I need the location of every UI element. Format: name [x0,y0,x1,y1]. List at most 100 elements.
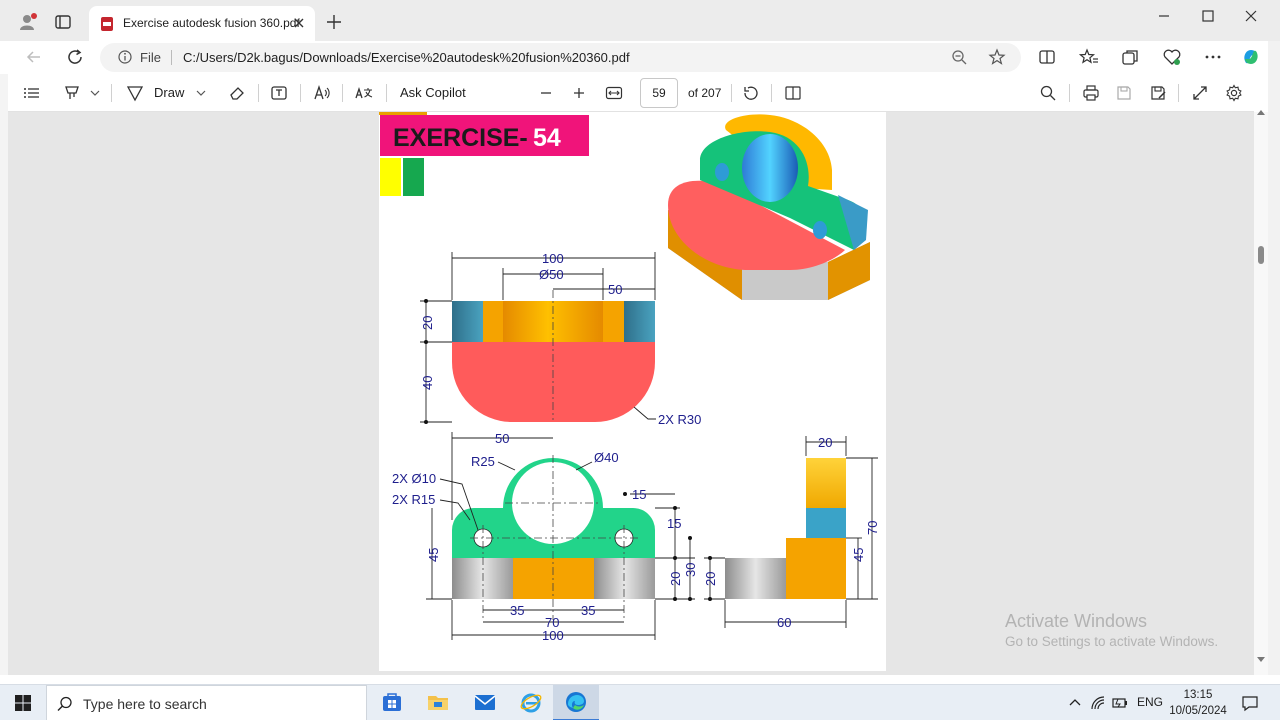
notifications-icon[interactable] [1241,694,1259,712]
url-text[interactable]: C:/Users/D2k.bagus/Downloads/Exercise%20… [183,50,630,65]
scroll-up-icon[interactable] [1256,108,1266,116]
new-tab-icon[interactable] [326,14,342,30]
page-count: of 207 [688,86,722,100]
add-favorite-icon[interactable] [988,48,1006,66]
divider [342,84,343,102]
address-bar[interactable]: File C:/Users/D2k.bagus/Downloads/Exerci… [100,43,1021,72]
copilot-icon[interactable] [1241,47,1261,67]
zoom-in-icon[interactable] [570,84,588,102]
dim-label: 15 [632,487,646,502]
highlight-icon[interactable] [63,84,81,102]
save-as-icon[interactable] [1149,84,1167,102]
minimize-icon[interactable] [1155,8,1173,24]
internet-explorer-icon[interactable] [519,690,543,714]
profile-icon[interactable] [18,12,38,32]
dim-label: 20 [703,572,718,586]
search-icon[interactable] [1039,84,1057,102]
taskbar-search-box[interactable]: Type here to search [46,685,367,720]
more-options-icon[interactable] [1203,47,1223,67]
close-tab-icon[interactable] [293,17,305,29]
fit-to-width-icon[interactable] [605,84,623,102]
divider [300,84,301,102]
fullscreen-icon[interactable] [1191,84,1209,102]
dim-label: 70 [865,521,880,535]
tab-title: Exercise autodesk fusion 360.pdf [123,16,300,30]
scrollbar-thumb[interactable] [1258,246,1264,264]
print-icon[interactable] [1082,84,1100,102]
active-tab[interactable]: Exercise autodesk fusion 360.pdf [89,6,315,41]
pdf-file-icon [101,17,113,31]
info-icon[interactable] [118,50,132,64]
save-icon[interactable] [1115,84,1133,102]
browser-essentials-icon[interactable] [1162,47,1182,67]
watermark-title: Activate Windows [1005,611,1148,631]
exercise-title-prefix: EXERCISE- [393,124,528,152]
isometric-render [668,114,870,300]
dim-label: 45 [426,548,441,562]
divider [258,84,259,102]
windows-start-icon[interactable] [14,694,32,712]
scroll-down-icon[interactable] [1256,656,1266,664]
translate-icon[interactable] [354,84,374,102]
close-window-icon[interactable] [1242,8,1260,24]
dim-label: 2X R15 [392,492,435,507]
favorites-icon[interactable] [1079,47,1099,67]
search-icon [57,696,72,711]
technical-drawing: EXERCISE- 54 100 Ø50 50 20 40 2X R30 50 … [379,112,880,643]
wifi-icon[interactable] [1090,695,1106,711]
color-swatch-yellow [380,158,401,196]
divider [731,84,732,102]
clock-date: 10/05/2024 [1169,705,1227,717]
pdf-viewer[interactable]: EXERCISE- 54 100 Ø50 50 20 40 2X R30 50 … [8,112,1254,675]
microsoft-store-icon[interactable] [380,690,404,714]
tab-actions-icon[interactable] [54,13,72,31]
divider [171,50,172,65]
watermark-subtitle: Go to Settings to activate Windows. [1005,634,1219,649]
language-indicator[interactable]: ENG [1137,695,1163,709]
divider [1069,84,1070,102]
collections-icon[interactable] [1120,47,1140,67]
draw-label[interactable]: Draw [154,85,184,100]
back-icon[interactable] [25,48,43,66]
clock[interactable]: 13:15 10/05/2024 [1168,687,1228,719]
maximize-icon[interactable] [1199,8,1217,24]
vertical-scrollbar[interactable] [1254,110,1268,675]
dim-label: 15 [667,516,681,531]
divider [771,84,772,102]
dim-label: 45 [851,548,866,562]
edge-taskbar-button[interactable] [553,685,599,720]
battery-icon[interactable] [1112,695,1128,711]
dim-label: 50 [495,431,509,446]
taskbar: Type here to search ENG 13:15 10/05/2024 [0,684,1280,720]
side-view: 20 70 45 20 60 [703,435,880,630]
dim-label: 30 [683,563,698,577]
page-view-icon[interactable] [784,84,802,102]
pdf-page: EXERCISE- 54 100 Ø50 50 20 40 2X R30 50 … [379,112,886,671]
chevron-down-icon[interactable] [195,84,207,102]
dim-label: 2X R30 [658,412,701,427]
chevron-down-icon[interactable] [89,84,101,102]
refresh-icon[interactable] [66,48,84,66]
zoom-out-icon[interactable] [537,84,555,102]
split-screen-icon[interactable] [1037,47,1057,67]
search-placeholder: Type here to search [83,696,207,712]
page-number-input[interactable]: 59 [640,78,678,108]
chevron-up-icon[interactable] [1067,695,1083,711]
mail-icon[interactable] [473,690,497,714]
text-box-icon[interactable] [270,84,288,102]
rotate-icon[interactable] [742,84,760,102]
draw-icon[interactable] [126,84,144,102]
edge-browser-icon [566,692,586,712]
read-aloud-icon[interactable] [313,84,331,102]
ask-copilot-button[interactable]: Ask Copilot [400,85,466,100]
dim-label: 20 [668,572,683,586]
divider [386,84,387,102]
dim-label: 50 [608,282,622,297]
window-left-edge [0,74,8,675]
zoom-out-icon[interactable] [951,49,967,65]
settings-gear-icon[interactable] [1225,84,1243,102]
file-explorer-icon[interactable] [426,690,450,714]
contents-icon[interactable] [23,84,41,102]
dim-label: 60 [777,615,791,630]
eraser-icon[interactable] [228,84,246,102]
